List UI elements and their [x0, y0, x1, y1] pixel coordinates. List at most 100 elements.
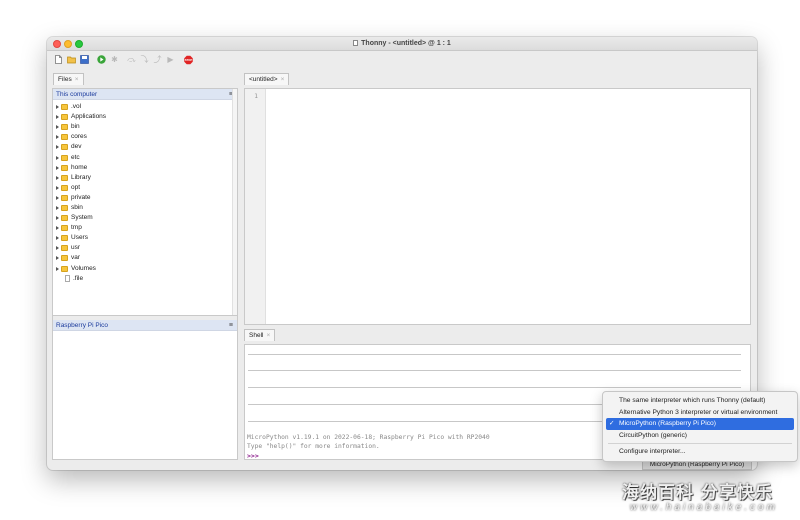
menu-item-alt-python[interactable]: Alternative Python 3 interpreter or virt… — [606, 407, 794, 419]
tree-item[interactable]: home — [53, 163, 237, 173]
tab-files[interactable]: Files × — [53, 73, 84, 85]
folder-icon — [61, 164, 68, 171]
step-out-button[interactable]: ⤴ — [153, 55, 162, 64]
line-number: 1 — [254, 92, 258, 100]
folder-icon — [61, 154, 68, 161]
shell-separator — [248, 354, 741, 355]
debug-icon: ✱ — [111, 55, 118, 64]
expand-arrow-icon[interactable] — [56, 226, 59, 231]
tree-item[interactable]: usr — [53, 243, 237, 253]
expand-arrow-icon[interactable] — [56, 155, 59, 160]
resume-button[interactable]: ▶ — [166, 55, 175, 64]
tree-item-label: Library — [71, 173, 91, 181]
shell-prompt: >>> — [247, 452, 259, 460]
tree-item[interactable]: Volumes — [53, 264, 237, 274]
tree-item[interactable]: opt — [53, 183, 237, 193]
menu-item-label: MicroPython (Raspberry Pi Pico) — [619, 420, 716, 428]
expand-arrow-icon[interactable] — [56, 125, 59, 130]
file-icon — [65, 275, 70, 283]
document-icon — [353, 40, 359, 46]
folder-icon — [61, 104, 68, 111]
new-file-button[interactable] — [54, 55, 63, 64]
menu-item-circuitpython[interactable]: CircuitPython (generic) — [606, 430, 794, 442]
tree-item-label: bin — [71, 123, 80, 131]
tab-shell-close-icon[interactable]: × — [266, 332, 270, 339]
menu-item-label: Alternative Python 3 interpreter or virt… — [619, 408, 778, 416]
save-button[interactable] — [80, 55, 89, 64]
tab-untitled[interactable]: <untitled> × — [244, 73, 290, 85]
expand-arrow-icon[interactable] — [56, 145, 59, 150]
tree-item[interactable]: bin — [53, 122, 237, 132]
tab-shell-label: Shell — [249, 332, 264, 339]
tab-files-label: Files — [58, 76, 72, 83]
menu-item-configure-interpreter[interactable]: Configure interpreter... — [606, 446, 794, 458]
expand-arrow-icon[interactable] — [56, 195, 59, 200]
step-out-icon: ⤴ — [153, 55, 162, 64]
tab-shell[interactable]: Shell × — [244, 329, 276, 341]
stop-button[interactable]: STOP — [184, 55, 193, 64]
tree-item-label: .file — [73, 274, 84, 282]
tree-item[interactable]: .file — [53, 274, 237, 284]
file-tree: .vol Applications bin cores dev etc home… — [53, 100, 237, 284]
tree-item[interactable]: Applications — [53, 112, 237, 122]
tree-item-label: private — [71, 193, 91, 201]
expand-arrow-icon[interactable] — [56, 236, 59, 241]
tab-files-close-icon[interactable]: × — [75, 76, 79, 83]
debug-button[interactable]: ✱ — [110, 55, 119, 64]
expand-arrow-icon[interactable] — [56, 135, 59, 140]
expand-arrow-icon[interactable] — [56, 216, 59, 221]
menu-item-label: Configure interpreter... — [619, 448, 686, 456]
watermark-text-en: www.hainabaike.com — [630, 502, 778, 513]
files-scrollbar[interactable] — [232, 89, 237, 315]
folder-icon — [61, 225, 68, 232]
tree-item-label: etc — [71, 153, 80, 161]
expand-arrow-icon[interactable] — [56, 266, 59, 271]
tab-untitled-close-icon[interactable]: × — [281, 76, 285, 83]
shell-separator — [248, 387, 741, 388]
expand-arrow-icon[interactable] — [56, 115, 59, 120]
device-label: Raspberry Pi Pico — [56, 322, 109, 329]
expand-arrow-icon[interactable] — [56, 256, 59, 261]
folder-icon — [61, 174, 68, 181]
tree-item[interactable]: cores — [53, 132, 237, 142]
folder-icon — [61, 245, 68, 252]
tree-item-label: cores — [71, 133, 87, 141]
tree-item[interactable]: etc — [53, 152, 237, 162]
tree-item[interactable]: var — [53, 253, 237, 263]
folder-icon — [61, 215, 68, 222]
step-into-button[interactable]: ⤵ — [140, 55, 149, 64]
folder-icon — [61, 255, 68, 262]
folder-icon — [61, 134, 68, 141]
code-editor[interactable]: 1 — [244, 88, 751, 325]
open-file-button[interactable] — [67, 55, 76, 64]
run-button[interactable] — [97, 55, 106, 64]
menu-item-micropython-pico[interactable]: ✓ MicroPython (Raspberry Pi Pico) — [606, 418, 794, 430]
tree-item[interactable]: sbin — [53, 203, 237, 213]
tree-item[interactable]: System — [53, 213, 237, 223]
expand-arrow-icon[interactable] — [56, 246, 59, 251]
line-number-gutter: 1 — [245, 89, 266, 324]
expand-arrow-icon[interactable] — [56, 205, 59, 210]
menu-item-default-interpreter[interactable]: The same interpreter which runs Thonny (… — [606, 395, 794, 407]
folder-icon — [61, 204, 68, 211]
step-over-button[interactable]: ⤼ — [127, 55, 136, 64]
save-icon — [80, 55, 89, 64]
tree-item[interactable]: private — [53, 193, 237, 203]
interpreter-menu: The same interpreter which runs Thonny (… — [602, 391, 798, 462]
tree-item[interactable]: .vol — [53, 102, 237, 112]
folder-icon — [61, 184, 68, 191]
tree-item[interactable]: Users — [53, 233, 237, 243]
expand-arrow-icon[interactable] — [56, 185, 59, 190]
tree-item-label: sbin — [71, 203, 83, 211]
tab-untitled-label: <untitled> — [249, 76, 278, 83]
expand-arrow-icon[interactable] — [56, 175, 59, 180]
expand-arrow-icon[interactable] — [56, 105, 59, 110]
tree-item[interactable]: Library — [53, 173, 237, 183]
folder-icon — [61, 265, 68, 272]
device-menu-icon[interactable]: ≡ — [229, 320, 233, 331]
tree-item[interactable]: dev — [53, 142, 237, 152]
expand-arrow-icon[interactable] — [56, 165, 59, 170]
tree-item-label: dev — [71, 143, 82, 151]
tree-item[interactable]: tmp — [53, 223, 237, 233]
watermark: 海纳百科 分享快乐 www.hainabaike.com — [622, 484, 794, 518]
